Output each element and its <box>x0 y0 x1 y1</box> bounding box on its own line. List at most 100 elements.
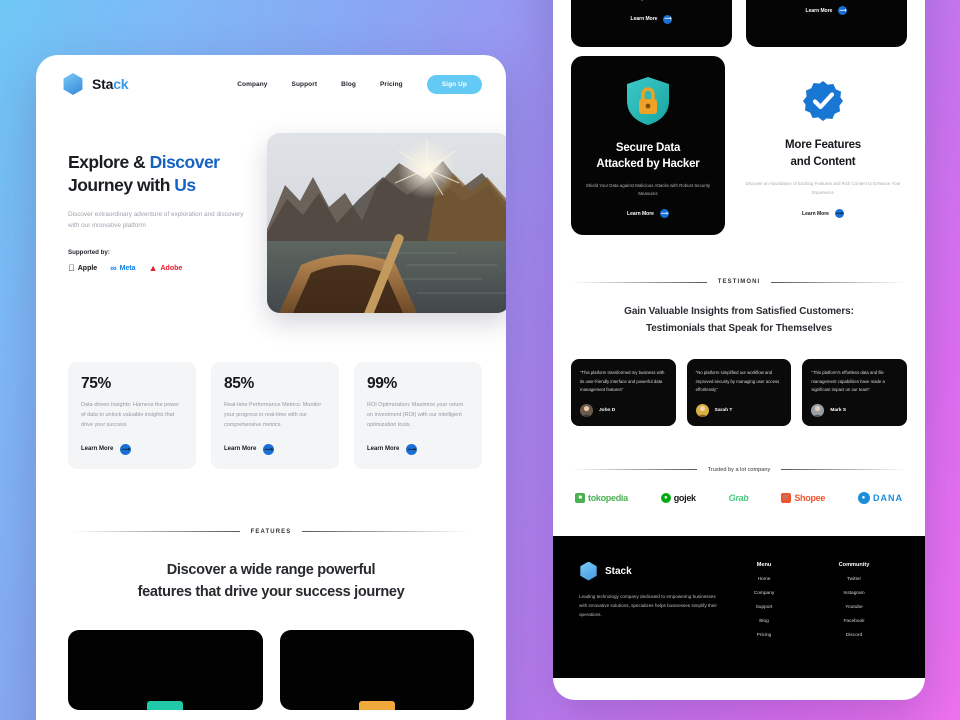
avatar <box>695 403 709 417</box>
mid-feature-cards: Secure Data Attacked by Hacker Shield You… <box>571 56 907 236</box>
learn-more-link[interactable]: Learn More ⟶ <box>802 209 844 219</box>
testimonial-card: "This platform transformed my business w… <box>571 359 676 426</box>
more-features-card[interactable]: More Features and Content Discover an Abu… <box>739 56 907 219</box>
learn-more-link[interactable]: Learn More ⟶ <box>81 443 183 455</box>
top-navigation: Stack Company Support Blog Pricing Sign … <box>36 55 506 95</box>
features-section: FEATURES Discover a wide range powerful f… <box>36 469 506 604</box>
footer-description: Leading technology company dedicated to … <box>579 593 717 618</box>
gojek-icon: ● <box>660 492 671 503</box>
footer-link-facebook[interactable]: Facebook <box>809 619 899 624</box>
trusted-eyebrow: Trusted by a lot company <box>571 466 908 473</box>
footer-link-twitter[interactable]: Twitter <box>809 577 899 582</box>
learn-more-link[interactable]: Learn More ⟶ <box>224 443 326 455</box>
verified-badge-icon <box>803 81 843 121</box>
footer-link-blog[interactable]: Blog <box>719 619 809 624</box>
shield-lock-icon <box>627 77 669 125</box>
hero-copy: Explore & Discover Journey with Us Disco… <box>36 133 251 313</box>
footer-column-menu: Menu Home Company Support Blog Pricing <box>719 562 809 638</box>
learn-more-link[interactable]: Learn More ⟶ <box>627 209 669 219</box>
arrow-right-icon: ⟶ <box>120 443 132 455</box>
logo-dana: ● DANA <box>857 491 903 504</box>
footer-link-discord[interactable]: Discord <box>809 633 899 638</box>
adobe-icon: ▲ <box>141 262 158 273</box>
stat-value: 85% <box>224 375 254 392</box>
arrow-right-icon: ⟶ <box>838 6 848 16</box>
testimonial-author: Sarah T <box>695 403 783 417</box>
top-feature-cards: Management Effortlessly Control User Acc… <box>571 0 907 47</box>
learn-more-label: Learn More <box>224 446 257 453</box>
footer-column-community: Community Twitter Instagram Youtube Face… <box>809 562 899 638</box>
footer-brand: Stack Leading technology company dedicat… <box>579 561 719 638</box>
stack-hexagon-icon <box>580 561 597 581</box>
footer-link-pricing[interactable]: Pricing <box>719 633 809 638</box>
nav-link-company[interactable]: Company <box>237 81 267 88</box>
divider-line-right <box>781 469 908 470</box>
testimonial-card: "This platform's effortless data and fil… <box>802 359 908 426</box>
brand-logo[interactable]: Stack <box>62 73 129 95</box>
footer-link-youtube[interactable]: Youtube <box>809 605 899 610</box>
testimonial-quote: "No platform simplified our workflow and… <box>695 370 780 393</box>
author-name: Sarah T <box>714 407 733 413</box>
card-title: More Features and Content <box>784 139 861 168</box>
testimonial-quote: "This platform transformed my business w… <box>580 370 665 393</box>
footer-link-company[interactable]: Company <box>719 591 809 596</box>
stat-value: 99% <box>367 375 397 392</box>
secure-data-card[interactable]: Secure Data Attacked by Hacker Shield You… <box>571 56 725 236</box>
feature-card-data-files[interactable]: Data and Files Simplify Your Workflow wi… <box>746 0 907 47</box>
testimonials-heading: Gain Valuable Insights from Satisfied Cu… <box>624 306 854 334</box>
testimonial-author: Mark S <box>811 403 898 417</box>
card-description: Effortlessly Control User Access and Per… <box>583 0 720 4</box>
supported-logos: Apple ∞Meta ▲Adobe <box>68 262 251 273</box>
testimonials-eyebrow-label: TESTIMONI <box>717 279 761 286</box>
features-heading: Discover a wide range powerful features t… <box>137 561 405 600</box>
logo-gojek: ● gojek <box>660 492 696 503</box>
testimonials-section: TESTIMONI Gain Valuable Insights from Sa… <box>571 235 908 426</box>
hero-section: Explore & Discover Journey with Us Disco… <box>36 95 506 313</box>
footer-link-instagram[interactable]: Instagram <box>809 591 899 596</box>
stat-value: 75% <box>81 375 111 392</box>
nav-link-support[interactable]: Support <box>292 81 318 88</box>
hero-image <box>267 133 506 313</box>
trusted-eyebrow-label: Trusted by a lot company <box>707 466 771 473</box>
nav-link-pricing[interactable]: Pricing <box>380 81 403 88</box>
feature-card-management[interactable]: Management Effortlessly Control User Acc… <box>571 0 732 47</box>
footer-column-title: Menu <box>756 561 772 568</box>
nav-link-blog[interactable]: Blog <box>341 81 356 88</box>
footer-link-home[interactable]: Home <box>719 577 809 582</box>
feature-card[interactable] <box>68 630 263 711</box>
feature-card[interactable] <box>279 630 474 711</box>
learn-more-label: Learn More <box>805 7 833 14</box>
brand-logos-row: ■ tokopedia ● gojek Grab 🛒 Shopee ● DANA <box>571 491 907 504</box>
learn-more-link[interactable]: Learn More ⟶ <box>630 14 673 24</box>
stats-cards: 75% Data-driven Insights: Harness the po… <box>36 313 506 469</box>
divider-line-left <box>571 469 697 470</box>
footer-brand-name: Stack <box>605 565 632 577</box>
teal-icon-stub <box>147 701 184 711</box>
brand-name: Stack <box>92 76 129 92</box>
features-eyebrow-label: FEATURES <box>250 528 292 535</box>
learn-more-link[interactable]: Learn More ⟶ <box>805 6 848 16</box>
footer-link-support[interactable]: Support <box>719 605 809 610</box>
features-eyebrow: FEATURES <box>72 528 471 535</box>
sign-up-button[interactable]: Sign Up <box>426 74 482 94</box>
stat-card: 85% Real-time Performance Metrics: Monit… <box>211 362 339 469</box>
dana-icon: ● <box>857 491 870 504</box>
testimonial-author: John D <box>580 403 667 417</box>
testimonial-card: "No platform simplified our workflow and… <box>686 359 792 426</box>
logo-shopee: 🛒 Shopee <box>781 492 826 503</box>
logo-tokopedia: ■ tokopedia <box>575 492 628 503</box>
stat-description: Real-time Performance Metrics: Monitor y… <box>224 402 322 429</box>
learn-more-label: Learn More <box>630 16 658 23</box>
stat-card: 75% Data-driven Insights: Harness the po… <box>68 362 196 469</box>
arrow-right-icon: ⟶ <box>406 443 418 455</box>
footer-logo[interactable]: Stack <box>579 561 719 581</box>
learn-more-link[interactable]: Learn More ⟶ <box>367 443 469 455</box>
right-panel-content: Management Effortlessly Control User Acc… <box>553 0 925 678</box>
divider-line-left <box>571 281 707 283</box>
learn-more-label: Learn More <box>627 210 654 217</box>
site-footer: Stack Leading technology company dedicat… <box>553 535 925 678</box>
apple-logo: Apple <box>68 263 97 273</box>
feature-cards-row <box>36 603 506 711</box>
left-page-panel: Stack Company Support Blog Pricing Sign … <box>36 55 506 720</box>
divider-line-right <box>302 531 471 533</box>
